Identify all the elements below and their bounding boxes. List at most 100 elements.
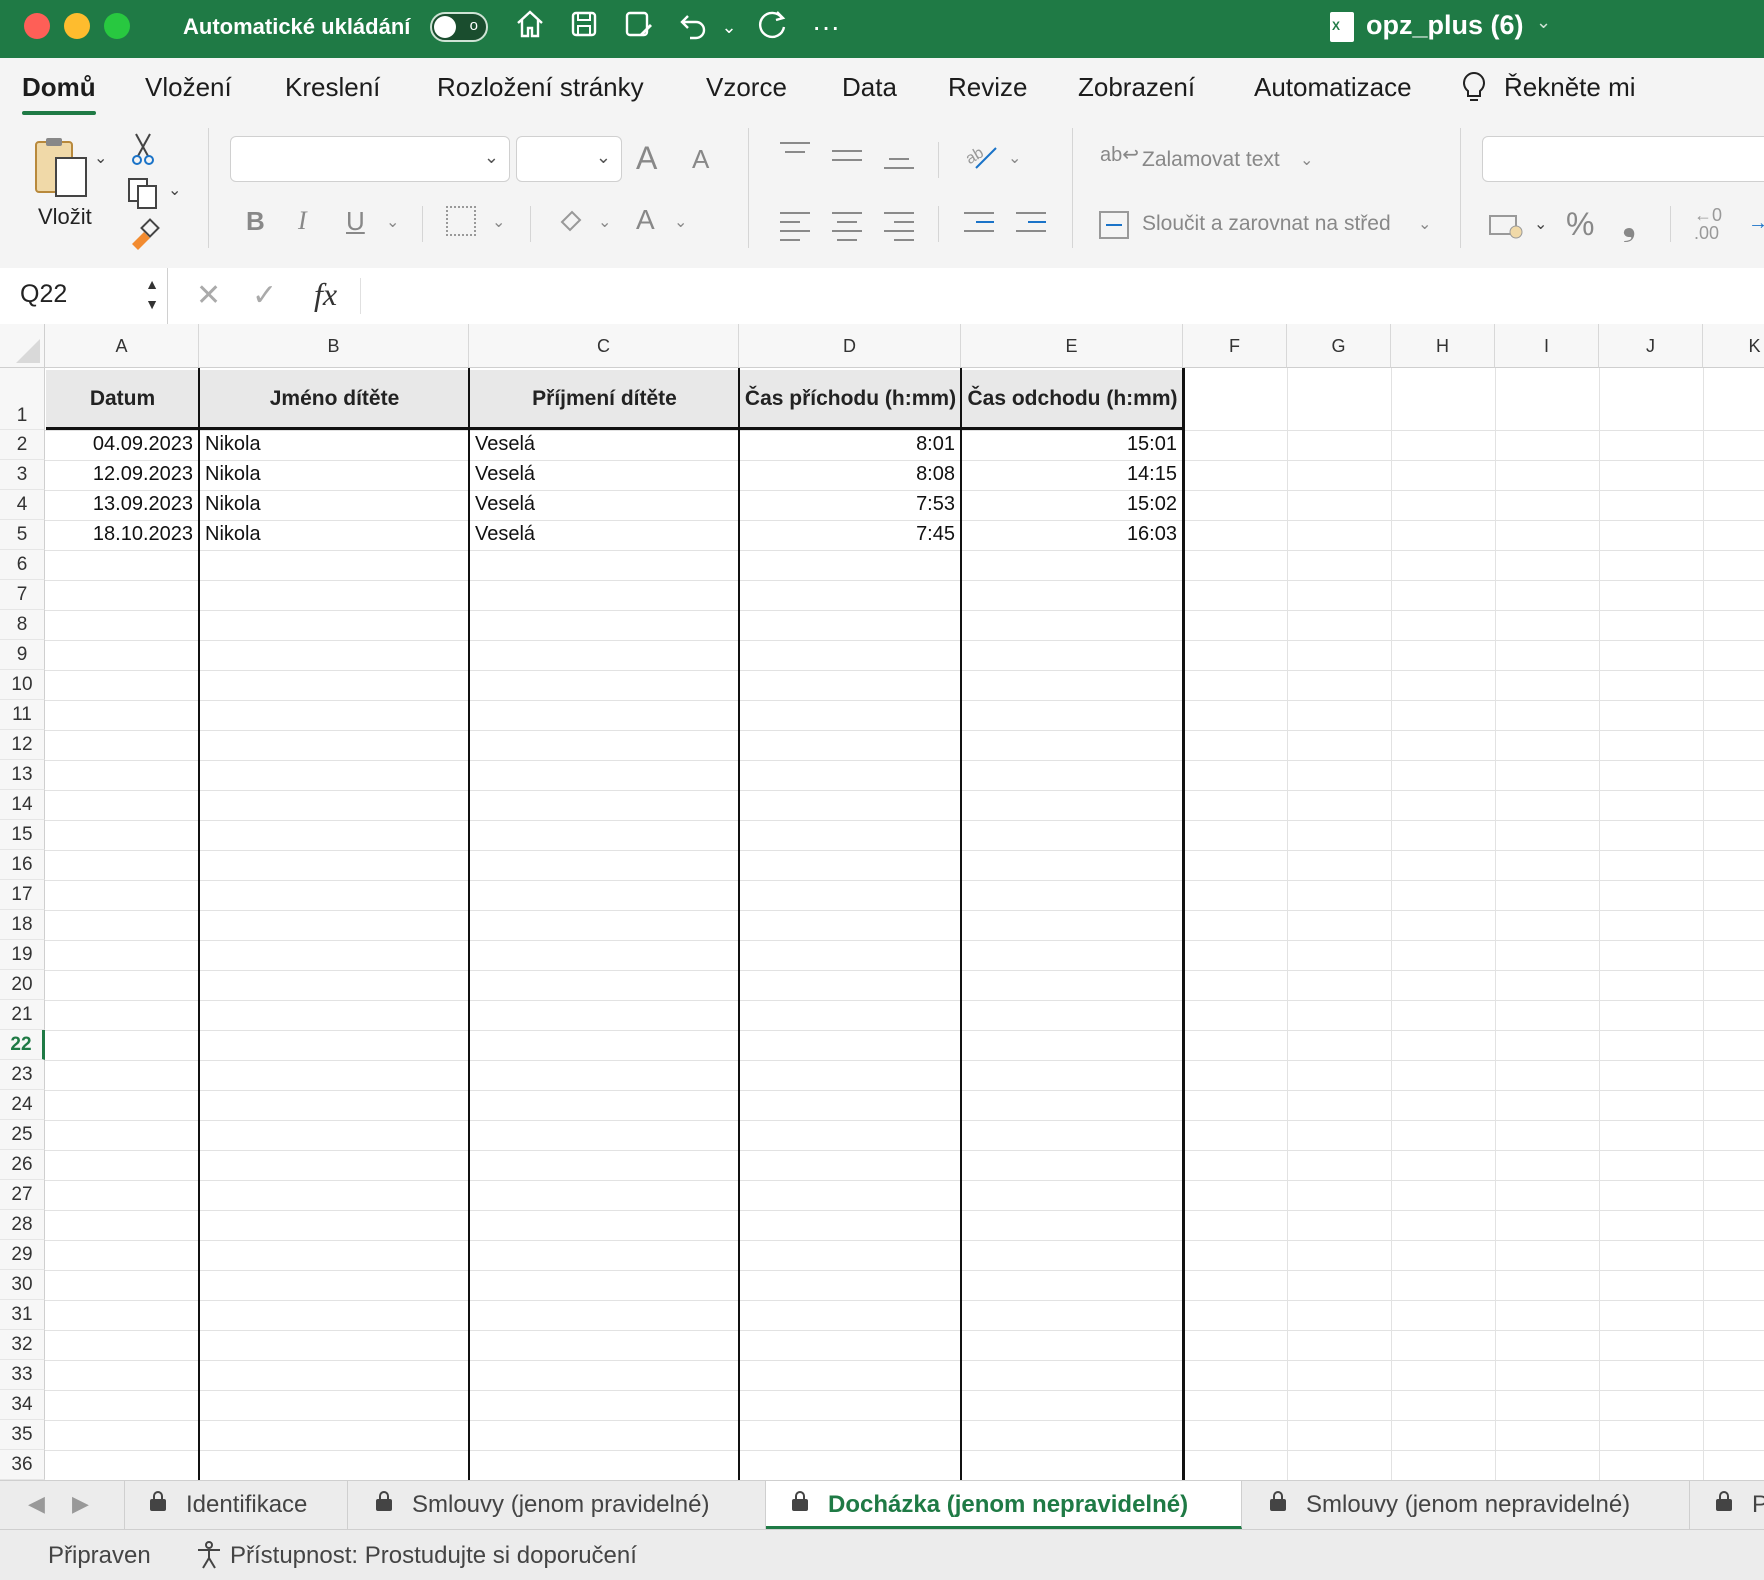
more-icon[interactable]: ··· [808, 8, 844, 46]
merge-center-icon[interactable] [1098, 210, 1130, 245]
row-header-21[interactable]: 21 [0, 1000, 45, 1030]
sheet-tab-smlouvy-nepravidelne[interactable]: Smlouvy (jenom nepravidelné) [1242, 1481, 1690, 1529]
align-middle-icon[interactable] [832, 150, 862, 168]
currency-dropdown-icon[interactable]: ⌄ [1534, 214, 1547, 234]
table-cell[interactable]: 15:01 [961, 433, 1177, 456]
table-cell[interactable]: 12.09.2023 [45, 463, 193, 486]
row-header-27[interactable]: 27 [0, 1180, 45, 1210]
row-header-3[interactable]: 3 [0, 460, 45, 490]
sheet-tab-identifikace[interactable]: Identifikace [132, 1481, 348, 1529]
table-header-4[interactable]: Čas příchodu (h:mm) [740, 370, 961, 430]
row-header-10[interactable]: 10 [0, 670, 45, 700]
table-cell[interactable]: 16:03 [961, 523, 1177, 546]
column-header-a[interactable]: A [45, 324, 199, 368]
paste-label[interactable]: Vložit [38, 204, 92, 230]
redo-icon[interactable] [752, 8, 792, 46]
row-header-8[interactable]: 8 [0, 610, 45, 640]
orientation-icon[interactable]: ab [963, 142, 1000, 177]
table-cell[interactable]: Nikola [205, 493, 467, 516]
row-header-34[interactable]: 34 [0, 1390, 45, 1420]
row-header-23[interactable]: 23 [0, 1060, 45, 1090]
underline-button[interactable]: U [346, 206, 365, 237]
number-format-select[interactable] [1482, 136, 1764, 182]
row-header-25[interactable]: 25 [0, 1120, 45, 1150]
decrease-indent-icon[interactable] [964, 212, 994, 239]
row-header-15[interactable]: 15 [0, 820, 45, 850]
lightbulb-icon[interactable] [1460, 70, 1488, 111]
fill-color-icon[interactable] [556, 206, 586, 241]
column-header-i[interactable]: I [1495, 324, 1599, 368]
paste-dropdown-icon[interactable]: ⌄ [94, 148, 107, 168]
cut-icon[interactable] [130, 132, 156, 171]
increase-indent-icon[interactable] [1016, 212, 1046, 239]
prev-sheet-icon[interactable]: ◀ [28, 1491, 45, 1517]
table-cell[interactable]: Veselá [475, 433, 737, 456]
minimize-window-button[interactable] [64, 13, 90, 39]
row-header-4[interactable]: 4 [0, 490, 45, 520]
font-grow-icon[interactable]: A [636, 140, 657, 177]
row-header-22[interactable]: 22 [0, 1030, 45, 1060]
row-header-36[interactable]: 36 [0, 1450, 45, 1480]
select-all-button[interactable] [0, 324, 45, 368]
currency-format-icon[interactable] [1488, 210, 1524, 245]
wrap-text-button[interactable]: Zalamovat text [1142, 148, 1280, 172]
column-header-b[interactable]: B [199, 324, 469, 368]
row-header-16[interactable]: 16 [0, 850, 45, 880]
name-box[interactable]: Q22 ▲ ▼ [0, 268, 168, 324]
save-icon[interactable] [566, 8, 602, 46]
wrap-text-icon[interactable]: ab↩ [1100, 142, 1139, 167]
column-header-k[interactable]: K [1703, 324, 1764, 368]
accessibility-icon[interactable] [194, 1540, 224, 1577]
sheet-tab-dochazka[interactable]: Docházka (jenom nepravidelné) [766, 1481, 1242, 1529]
sheet-tab-partial[interactable]: P [1690, 1481, 1764, 1529]
tab-view[interactable]: Zobrazení [1078, 72, 1195, 103]
table-cell[interactable]: Veselá [475, 493, 737, 516]
copy-dropdown-icon[interactable]: ⌄ [168, 180, 181, 200]
row-header-9[interactable]: 9 [0, 640, 45, 670]
align-center-icon[interactable] [832, 212, 862, 248]
column-header-c[interactable]: C [469, 324, 739, 368]
copy-icon[interactable] [126, 176, 160, 215]
merge-center-dropdown-icon[interactable]: ⌄ [1418, 214, 1431, 234]
worksheet-grid[interactable]: A B C D E F G H I J K 1 2 3 4 5 6 7 8 9 10 11 12 13 14 15 16 17 18 19… [0, 324, 1764, 1480]
row-header-28[interactable]: 28 [0, 1210, 45, 1240]
row-header-7[interactable]: 7 [0, 580, 45, 610]
tab-tell-me[interactable]: Řekněte mi [1504, 72, 1636, 103]
row-header-19[interactable]: 19 [0, 940, 45, 970]
align-bottom-icon[interactable] [884, 158, 914, 176]
table-header-1[interactable]: Datum [46, 370, 199, 430]
merge-center-button[interactable]: Sloučit a zarovnat na střed [1142, 212, 1391, 236]
table-cell[interactable]: 14:15 [961, 463, 1177, 486]
table-cell[interactable]: 7:45 [739, 523, 955, 546]
save-as-icon[interactable] [620, 8, 656, 46]
document-title[interactable]: opz_plus (6) [1366, 10, 1524, 41]
font-name-select[interactable]: ⌄ [230, 136, 510, 182]
sheet-tab-smlouvy-pravidelne[interactable]: Smlouvy (jenom pravidelné) [348, 1481, 766, 1529]
row-header-5[interactable]: 5 [0, 520, 45, 550]
confirm-formula-icon[interactable]: ✓ [252, 278, 277, 313]
table-cell[interactable]: Nikola [205, 523, 467, 546]
table-cell[interactable]: Nikola [205, 463, 467, 486]
font-color-icon[interactable]: A [636, 204, 655, 236]
row-header-13[interactable]: 13 [0, 760, 45, 790]
tab-insert[interactable]: Vložení [145, 72, 232, 103]
column-header-e[interactable]: E [961, 324, 1183, 368]
borders-icon[interactable] [446, 206, 476, 236]
format-painter-icon[interactable] [126, 218, 160, 257]
decrease-decimal-icon[interactable]: ←0.00 [1694, 206, 1722, 242]
row-header-11[interactable]: 11 [0, 700, 45, 730]
next-sheet-icon[interactable]: ▶ [72, 1491, 89, 1517]
home-icon[interactable] [512, 8, 548, 46]
column-header-j[interactable]: J [1599, 324, 1703, 368]
tab-page-layout[interactable]: Rozložení stránky [437, 72, 644, 103]
column-header-h[interactable]: H [1391, 324, 1495, 368]
font-size-select[interactable]: ⌄ [516, 136, 622, 182]
orientation-dropdown-icon[interactable]: ⌄ [1008, 148, 1021, 168]
tab-draw[interactable]: Kreslení [285, 72, 380, 103]
row-header-14[interactable]: 14 [0, 790, 45, 820]
table-cell[interactable]: Nikola [205, 433, 467, 456]
row-header-33[interactable]: 33 [0, 1360, 45, 1390]
increase-decimal-icon[interactable]: → [1748, 212, 1764, 235]
table-cell[interactable]: 8:08 [739, 463, 955, 486]
borders-dropdown-icon[interactable]: ⌄ [492, 212, 505, 232]
